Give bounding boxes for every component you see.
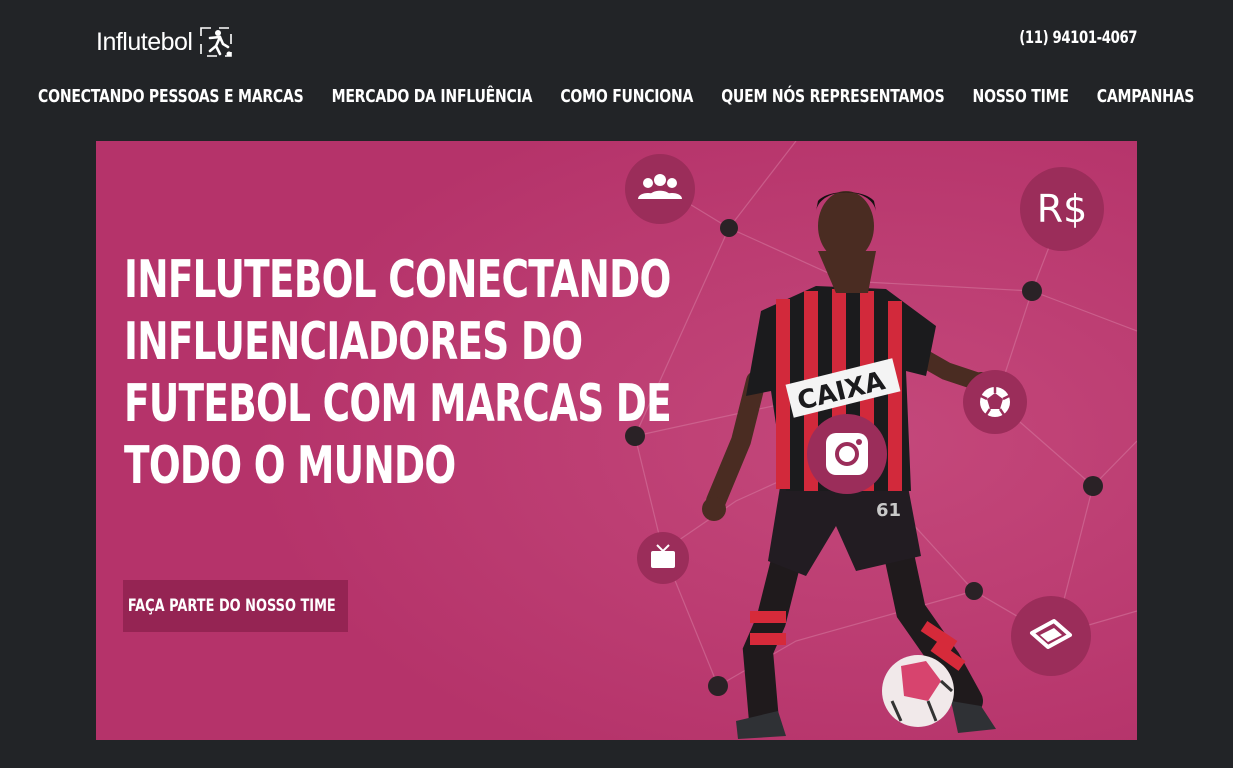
people-group-icon xyxy=(625,154,695,224)
nav-item-mercado[interactable]: MERCADO DA INFLUÊNCIA xyxy=(318,86,547,107)
soccer-player-logo-icon xyxy=(200,27,233,57)
nav-item-campanhas[interactable]: CAMPANHAS xyxy=(1083,86,1208,107)
nav-item-nosso-time[interactable]: NOSSO TIME xyxy=(959,86,1083,107)
tv-icon xyxy=(637,532,689,584)
phone-number[interactable]: (11) 94101-4067 xyxy=(1019,28,1137,48)
hero-banner: INFLUTEBOL CONECTANDO INFLUENCIADORES DO… xyxy=(96,141,1137,740)
join-team-button[interactable]: FAÇA PARTE DO NOSSO TIME xyxy=(123,580,348,632)
join-team-label: FAÇA PARTE DO NOSSO TIME xyxy=(127,596,336,616)
instagram-icon xyxy=(807,414,887,494)
ticket-icon xyxy=(1011,596,1091,676)
soccer-ball-icon xyxy=(963,370,1027,434)
currency-badge-text: R$ xyxy=(1036,187,1088,231)
nav-item-quem-representamos[interactable]: QUEM NÓS REPRESENTAMOS xyxy=(708,86,959,107)
main-nav: CONECTANDO PESSOAS E MARCAS MERCADO DA I… xyxy=(0,86,1233,107)
nav-item-conectando[interactable]: CONECTANDO PESSOAS E MARCAS xyxy=(24,86,318,107)
logo[interactable]: Influtebol xyxy=(96,24,234,60)
currency-icon: R$ xyxy=(1020,167,1104,251)
logo-text: Influtebol xyxy=(96,27,193,56)
nav-item-como-funciona[interactable]: COMO FUNCIONA xyxy=(547,86,708,107)
hero-title: INFLUTEBOL CONECTANDO INFLUENCIADORES DO… xyxy=(124,250,672,496)
svg-text:61: 61 xyxy=(876,500,901,521)
